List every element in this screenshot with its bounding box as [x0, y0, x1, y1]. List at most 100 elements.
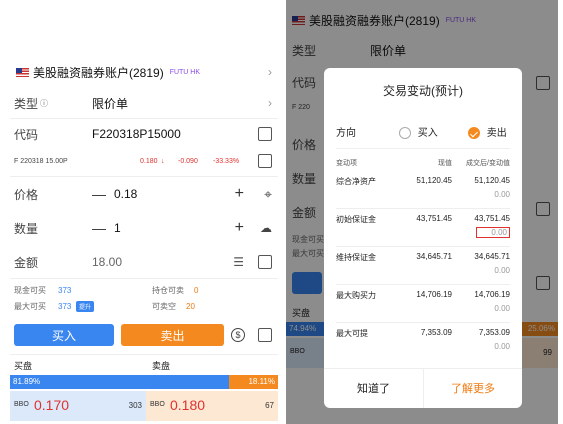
order-type-label: 类型 — [14, 96, 39, 111]
row-now: 43,751.45 — [416, 214, 452, 223]
row-item: 最大购买力 — [336, 291, 376, 300]
amount-label: 金额 — [14, 255, 39, 270]
dialog-table-row: 维持保证金 34,645.71 34,645.71 0.00 — [336, 252, 510, 282]
code-list-icon[interactable] — [258, 127, 272, 141]
row-after: 14,706.19 — [474, 290, 510, 299]
clipboard-icon[interactable] — [258, 328, 272, 342]
bid-pct: 81.89% — [13, 377, 41, 386]
cash-buy-value: 373 — [58, 285, 72, 295]
account-selector[interactable]: 美股融资融券账户(2819) FUTU HK › — [10, 64, 278, 80]
down-arrow-icon: ↓ — [161, 157, 165, 165]
amount-row: 金额 18.00 ☰ — [10, 252, 278, 272]
bid-ratio-bar: 81.89% — [10, 375, 229, 389]
direction-label: 方向 — [336, 128, 356, 139]
direction-buy-label: 买入 — [417, 128, 438, 139]
radio-buy[interactable] — [399, 127, 411, 140]
dialog-table-row: 综合净资产 51,120.45 51,120.45 0.00 — [336, 176, 510, 206]
learn-more-button[interactable]: 了解更多 — [424, 368, 522, 408]
row-after: 43,751.45 — [474, 214, 510, 223]
row-delta: 0.00 — [494, 190, 510, 199]
qty-row: 数量 — 1 + ☁ — [10, 218, 278, 238]
row-item: 维持保证金 — [336, 253, 376, 262]
row-now: 14,706.19 — [416, 290, 452, 299]
chart-icon[interactable] — [258, 154, 272, 168]
account-tag: FUTU HK — [169, 68, 201, 76]
price-plus-button[interactable]: + — [235, 185, 244, 203]
dialog-title: 交易变动(预计) — [383, 84, 463, 98]
row-delta: 0.00 — [494, 266, 510, 275]
quote-row: F 220318 15.00P 0.180 ↓ -0.090 -33.33% — [10, 154, 278, 168]
row-delta: 0.00 — [476, 227, 510, 238]
row-after: 51,120.45 — [474, 176, 510, 185]
price-row: 价格 — 0.18 + ⌖ — [10, 184, 278, 204]
direction-buy-option[interactable]: 买入 — [399, 124, 438, 140]
buy-button[interactable]: 买入 — [14, 324, 114, 346]
bid-price: 0.170 — [34, 397, 70, 413]
ask-price: 0.180 — [170, 397, 206, 413]
raise-button[interactable]: 提升 — [76, 300, 95, 312]
target-icon[interactable]: ⌖ — [264, 186, 272, 203]
account-name: 美股融资融券账户(2819) — [33, 65, 164, 80]
order-panel: 美股融资融券账户(2819) FUTU HK › 类型 ⓘ 限价单 › 代码 F… — [10, 58, 278, 424]
us-flag-icon — [16, 67, 29, 77]
row-item: 综合净资产 — [336, 177, 376, 186]
dialog-table-row: 最大购买力 14,706.19 14,706.19 0.00 — [336, 290, 510, 320]
order-panel-with-dialog: 美股融资融券账户(2819) FUTU HK 类型 限价单 代码 F 220 价… — [286, 0, 558, 424]
amount-value: 18.00 — [92, 255, 123, 269]
slider-settings-icon[interactable]: ☰ — [233, 255, 244, 269]
funds-row-1: 现金可买 373 持仓可卖 0 — [10, 284, 278, 296]
row-delta: 0.00 — [494, 304, 510, 313]
order-type-row[interactable]: 类型 ⓘ 限价单 › — [10, 94, 278, 112]
dialog-table-row: 初始保证金 43,751.45 43,751.45 0.00 — [336, 214, 510, 244]
got-it-button[interactable]: 知道了 — [324, 368, 423, 408]
max-buy-label: 最大可买 — [14, 301, 46, 311]
sell-button[interactable]: 卖出 — [121, 324, 224, 346]
row-item: 初始保证金 — [336, 215, 376, 224]
trade-change-dialog: 交易变动(预计) 方向 买入 卖出 变动项 现值 成交后/变动值 综合净资产 51… — [324, 68, 522, 408]
quote-ticker: F 220318 15.00P — [14, 157, 68, 165]
direction-row: 方向 买入 卖出 — [336, 124, 510, 140]
hold-sell-value: 0 — [194, 285, 199, 295]
price-minus-button[interactable]: — — [92, 186, 106, 202]
row-item: 最大可提 — [336, 329, 368, 338]
row-delta: 0.00 — [494, 342, 510, 351]
price-input[interactable]: 0.18 — [114, 187, 137, 201]
direction-sell-label: 卖出 — [486, 128, 507, 139]
row-now: 34,645.71 — [416, 252, 452, 261]
ask-label: 卖盘 — [152, 360, 171, 371]
bbo-label: BBO — [150, 401, 165, 408]
ask-ratio-bar: 18.11% — [229, 375, 278, 389]
info-icon: ⓘ — [40, 98, 49, 108]
ask-quote[interactable]: BBO 0.180 67 — [146, 391, 278, 421]
row-now: 7,353.09 — [420, 328, 452, 337]
ask-size: 67 — [265, 401, 274, 410]
qty-plus-button[interactable]: + — [235, 219, 244, 237]
hold-sell-label: 持仓可卖 — [152, 285, 184, 295]
qty-input[interactable]: 1 — [114, 221, 121, 235]
code-row[interactable]: 代码 F220318P15000 — [10, 124, 278, 144]
col-now: 现值 — [438, 160, 452, 167]
code-label: 代码 — [14, 127, 39, 142]
ask-pct: 18.11% — [248, 377, 275, 386]
qty-minus-button[interactable]: — — [92, 220, 106, 236]
quote-change: -0.090 — [178, 157, 198, 165]
direction-sell-option[interactable]: 卖出 — [468, 124, 507, 140]
bid-quote[interactable]: BBO 0.170 303 — [10, 391, 146, 421]
cash-buy-label: 现金可买 — [14, 285, 46, 295]
funds-row-2: 最大可买 373 提升 可卖空 20 — [10, 300, 278, 312]
order-type-value: 限价单 — [92, 96, 129, 111]
row-after: 34,645.71 — [474, 252, 510, 261]
bid-label: 买盘 — [14, 360, 33, 371]
bbo-label: BBO — [14, 401, 29, 408]
radio-sell-checked-icon[interactable] — [468, 127, 480, 140]
price-label: 价格 — [14, 187, 39, 202]
max-buy-value: 373 — [58, 301, 72, 311]
download-icon[interactable] — [258, 255, 272, 269]
quote-price: 0.180 — [140, 157, 158, 165]
book-ratio-bar: 81.89% 18.11% — [10, 375, 278, 389]
quote-pct: -33.33% — [213, 157, 240, 165]
gauge-icon[interactable]: ☁ — [260, 221, 272, 235]
row-now: 51,120.45 — [416, 176, 452, 185]
chevron-right-icon: › — [268, 96, 272, 110]
dollar-icon[interactable]: $ — [231, 328, 245, 342]
